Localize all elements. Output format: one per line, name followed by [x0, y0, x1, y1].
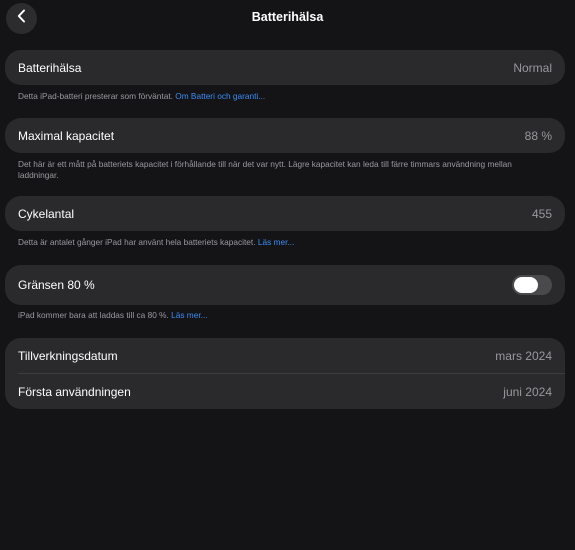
battery-health-label: Batterihälsa [18, 60, 82, 75]
first-use-label: Första användningen [18, 384, 131, 399]
cycle-count-card: Cykelantal 455 [5, 196, 565, 231]
max-capacity-row: Maximal kapacitet 88 % [5, 118, 565, 153]
toggle-knob [514, 277, 538, 293]
cycle-count-label: Cykelantal [18, 206, 75, 221]
cycle-count-footnote-text: Detta är antalet gånger iPad har använt … [18, 237, 256, 247]
limit-80-footnote-text: iPad kommer bara att laddas till ca 80 %… [18, 310, 169, 320]
cycle-count-footnote: Detta är antalet gånger iPad har använt … [18, 237, 548, 248]
max-capacity-label: Maximal kapacitet [18, 128, 115, 143]
max-capacity-card: Maximal kapacitet 88 % [5, 118, 565, 153]
limit-80-row: Gränsen 80 % [5, 265, 565, 305]
battery-health-footnote-text: Detta iPad-batteri presterar som förvänt… [18, 91, 173, 101]
limit-80-label: Gränsen 80 % [18, 278, 95, 292]
limit-80-learn-more-link[interactable]: Läs mer... [171, 310, 207, 320]
battery-warranty-link[interactable]: Om Batteri och garanti... [175, 91, 265, 101]
first-use-row: Första användningen juni 2024 [5, 374, 565, 409]
cycle-count-learn-more-link[interactable]: Läs mer... [258, 237, 294, 247]
cycle-count-value: 455 [531, 206, 552, 221]
manufacture-date-row: Tillverkningsdatum mars 2024 [5, 338, 565, 373]
manufacture-date-label: Tillverkningsdatum [18, 348, 118, 363]
manufacture-date-value: mars 2024 [495, 348, 552, 363]
battery-health-footnote: Detta iPad-batteri presterar som förvänt… [18, 91, 548, 102]
max-capacity-footnote-text: Det här är ett mått på batteriets kapaci… [18, 159, 512, 180]
max-capacity-value: 88 % [524, 128, 552, 143]
page-title: Batterihälsa [251, 10, 324, 24]
limit-80-footnote: iPad kommer bara att laddas till ca 80 %… [18, 310, 548, 321]
dates-card: Tillverkningsdatum mars 2024 Första anvä… [5, 338, 565, 409]
battery-health-value: Normal [513, 60, 552, 75]
navigation-bar: Batterihälsa [0, 0, 575, 38]
battery-health-row[interactable]: Batterihälsa Normal [5, 50, 565, 85]
max-capacity-footnote: Det här är ett mått på batteriets kapaci… [18, 159, 548, 181]
battery-health-card: Batterihälsa Normal [5, 50, 565, 85]
limit-80-card: Gränsen 80 % [5, 265, 565, 305]
battery-health-screen: Batterihälsa Batterihälsa Normal Detta i… [0, 0, 575, 550]
first-use-value: juni 2024 [503, 384, 552, 399]
cycle-count-row: Cykelantal 455 [5, 196, 565, 231]
limit-80-toggle[interactable] [512, 275, 552, 295]
